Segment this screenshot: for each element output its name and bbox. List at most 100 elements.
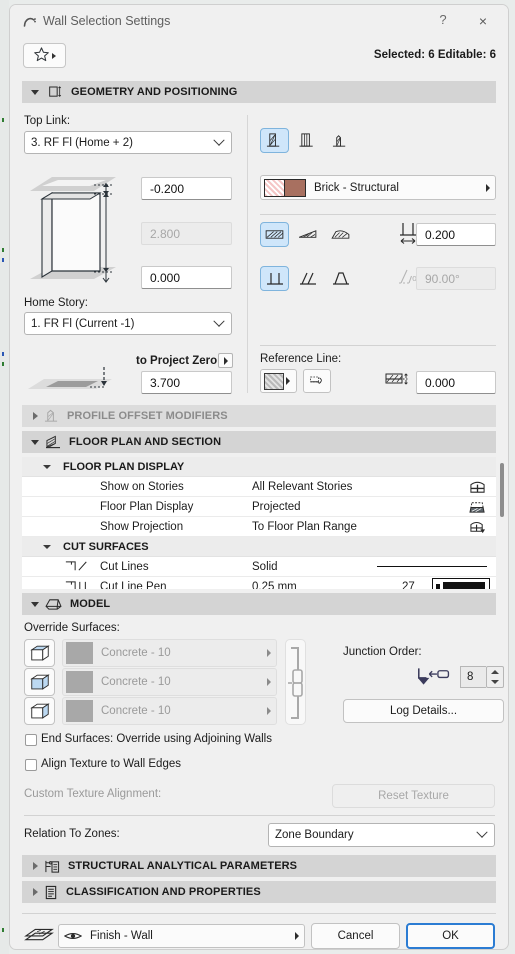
table-row[interactable]: Show on Stories All Relevant Stories — [22, 477, 496, 497]
wall-thickness-field[interactable]: 0.200 — [416, 223, 496, 246]
to-project-zero-field[interactable]: 3.700 — [141, 371, 232, 394]
table-row[interactable]: Cut Lines Solid — [22, 557, 496, 577]
wall-outer-surface-icon — [29, 673, 50, 690]
junction-order-value: 8 — [467, 671, 474, 683]
structure-composite-toggle[interactable] — [293, 128, 322, 153]
wall-outer-surface-button[interactable] — [24, 668, 55, 696]
log-details-button[interactable]: Log Details... — [343, 699, 504, 723]
section-header-profile-offset[interactable]: PROFILE OFFSET MODIFIERS — [22, 405, 496, 427]
top-link-select[interactable]: 3. RF Fl (Home + 2) — [24, 131, 232, 154]
list-scrollbar[interactable] — [499, 457, 505, 589]
home-story-select[interactable]: 1. FR Fl (Current -1) — [24, 312, 232, 335]
reference-line-position-icon — [264, 372, 284, 390]
wall-thickness-value: 0.200 — [425, 227, 456, 242]
reference-line-position-button[interactable] — [260, 369, 297, 393]
structure-complex-toggle[interactable] — [326, 128, 355, 153]
geometry-polygon-toggle[interactable] — [326, 222, 355, 247]
reference-line-offset-field[interactable]: 0.000 — [416, 371, 496, 394]
list-group-header[interactable]: CUT SURFACES — [22, 537, 496, 557]
reset-texture-label: Reset Texture — [378, 790, 449, 802]
home-story-value: 1. FR Fl (Current -1) — [31, 317, 135, 330]
to-project-zero-label: to Project Zero — [136, 355, 218, 367]
table-row[interactable]: Floor Plan Display Projected — [22, 497, 496, 517]
scrollbar-thumb[interactable] — [500, 463, 504, 517]
wall-settings-dialog: Wall Selection Settings ? × Selected: 6 … — [9, 4, 509, 950]
wall-angle-field[interactable]: 90.00° — [416, 267, 496, 290]
geometry-straight-toggle[interactable] — [260, 222, 289, 247]
chevron-right-icon — [52, 52, 56, 59]
wall-outer-surface-picker[interactable]: Concrete - 10 — [62, 668, 277, 696]
top-offset-field[interactable]: -0.200 — [141, 177, 232, 200]
project-zero-menu-button[interactable] — [218, 353, 233, 368]
end-surfaces-checkbox[interactable] — [25, 734, 37, 746]
material-swatches — [264, 178, 306, 197]
chevron-down-icon — [43, 464, 51, 469]
chevron-right-icon — [33, 888, 38, 896]
layer-value: Finish - Wall — [90, 930, 153, 942]
eye-icon — [64, 930, 82, 942]
surface-value: Concrete - 10 — [101, 647, 171, 659]
row-name: Floor Plan Display — [100, 500, 194, 513]
chevron-right-icon — [33, 412, 38, 420]
structural-analytical-icon — [44, 859, 60, 874]
structure-basic-toggle[interactable] — [260, 128, 289, 153]
chain-link-icon — [288, 647, 303, 719]
caret-down-icon — [491, 680, 499, 684]
wall-height-field[interactable]: 2.800 — [141, 222, 232, 245]
chevron-down-icon — [43, 544, 51, 549]
help-icon[interactable]: ? — [432, 12, 454, 32]
table-row[interactable]: Cut Line Pen 0.25 mm 27 — [22, 577, 496, 589]
wall-top-surface-button[interactable] — [24, 639, 55, 667]
junction-order-stepper[interactable] — [486, 666, 504, 688]
inclination-double-slanted-toggle[interactable] — [326, 266, 355, 291]
pen-color-preview-icon — [432, 578, 490, 589]
row-value: To Floor Plan Range — [252, 520, 357, 533]
section-header-floor-plan[interactable]: FLOOR PLAN AND SECTION — [22, 431, 496, 453]
junction-order-label: Junction Order: — [343, 646, 422, 658]
section-header-model[interactable]: MODEL — [22, 593, 496, 615]
section-header-classification[interactable]: CLASSIFICATION AND PROPERTIES — [22, 881, 496, 903]
cancel-button[interactable]: Cancel — [311, 923, 400, 949]
material-value: Brick - Structural — [314, 181, 399, 194]
wall-height-value: 2.800 — [150, 226, 181, 241]
favorites-row: Selected: 6 Editable: 6 — [10, 39, 508, 77]
reference-line-flip-button[interactable] — [303, 369, 331, 393]
caret-right-icon — [267, 707, 271, 715]
layer-picker[interactable]: Finish - Wall — [58, 924, 305, 948]
wall-inner-surface-button[interactable] — [24, 697, 55, 725]
section-header-structural[interactable]: STRUCTURAL ANALYTICAL PARAMETERS — [22, 855, 496, 877]
row-name: Cut Lines — [100, 560, 149, 573]
inclination-slanted-toggle[interactable] — [293, 266, 322, 291]
close-icon[interactable]: × — [472, 12, 494, 32]
group-label: CUT SURFACES — [63, 540, 149, 553]
list-group-header[interactable]: FLOOR PLAN DISPLAY — [22, 457, 496, 477]
favorites-button[interactable] — [23, 43, 66, 68]
to-project-zero-value: 3.700 — [150, 375, 181, 390]
stepper-down-button[interactable] — [487, 677, 503, 687]
building-material-picker[interactable]: Brick - Structural — [260, 175, 496, 200]
wall-top-surface-picker[interactable]: Concrete - 10 — [62, 639, 277, 667]
surfaces-link-button[interactable] — [285, 639, 306, 725]
base-offset-field[interactable]: 0.000 — [141, 266, 232, 289]
align-texture-label: Align Texture to Wall Edges — [41, 758, 181, 770]
junction-order-field[interactable]: 8 — [460, 666, 486, 688]
reset-texture-button[interactable]: Reset Texture — [332, 784, 495, 808]
caret-right-icon — [286, 377, 290, 385]
relation-to-zones-select[interactable]: Zone Boundary — [268, 823, 495, 847]
inclination-vertical-toggle[interactable] — [260, 266, 289, 291]
section-label: FLOOR PLAN AND SECTION — [69, 436, 222, 448]
align-texture-checkbox[interactable] — [25, 759, 37, 771]
section-header-geometry[interactable]: GEOMETRY AND POSITIONING — [22, 81, 496, 103]
row-extra: 27 — [402, 580, 415, 590]
row-value: 0.25 mm — [252, 580, 297, 590]
floor-plan-display-icon — [469, 499, 486, 518]
geometry-trapezoid-toggle[interactable] — [293, 222, 322, 247]
screenshot-root: Wall Selection Settings ? × Selected: 6 … — [0, 0, 515, 954]
wall-inner-surface-picker[interactable]: Concrete - 10 — [62, 697, 277, 725]
title-bar: Wall Selection Settings ? × — [10, 5, 508, 39]
table-row[interactable]: Show Projection To Floor Plan Range — [22, 517, 496, 537]
stepper-up-button[interactable] — [487, 667, 503, 677]
cut-line-pen-icon — [64, 579, 90, 589]
ok-button[interactable]: OK — [406, 923, 495, 949]
floor-plan-settings-list[interactable]: FLOOR PLAN DISPLAY Show on Stories All R… — [22, 457, 496, 589]
